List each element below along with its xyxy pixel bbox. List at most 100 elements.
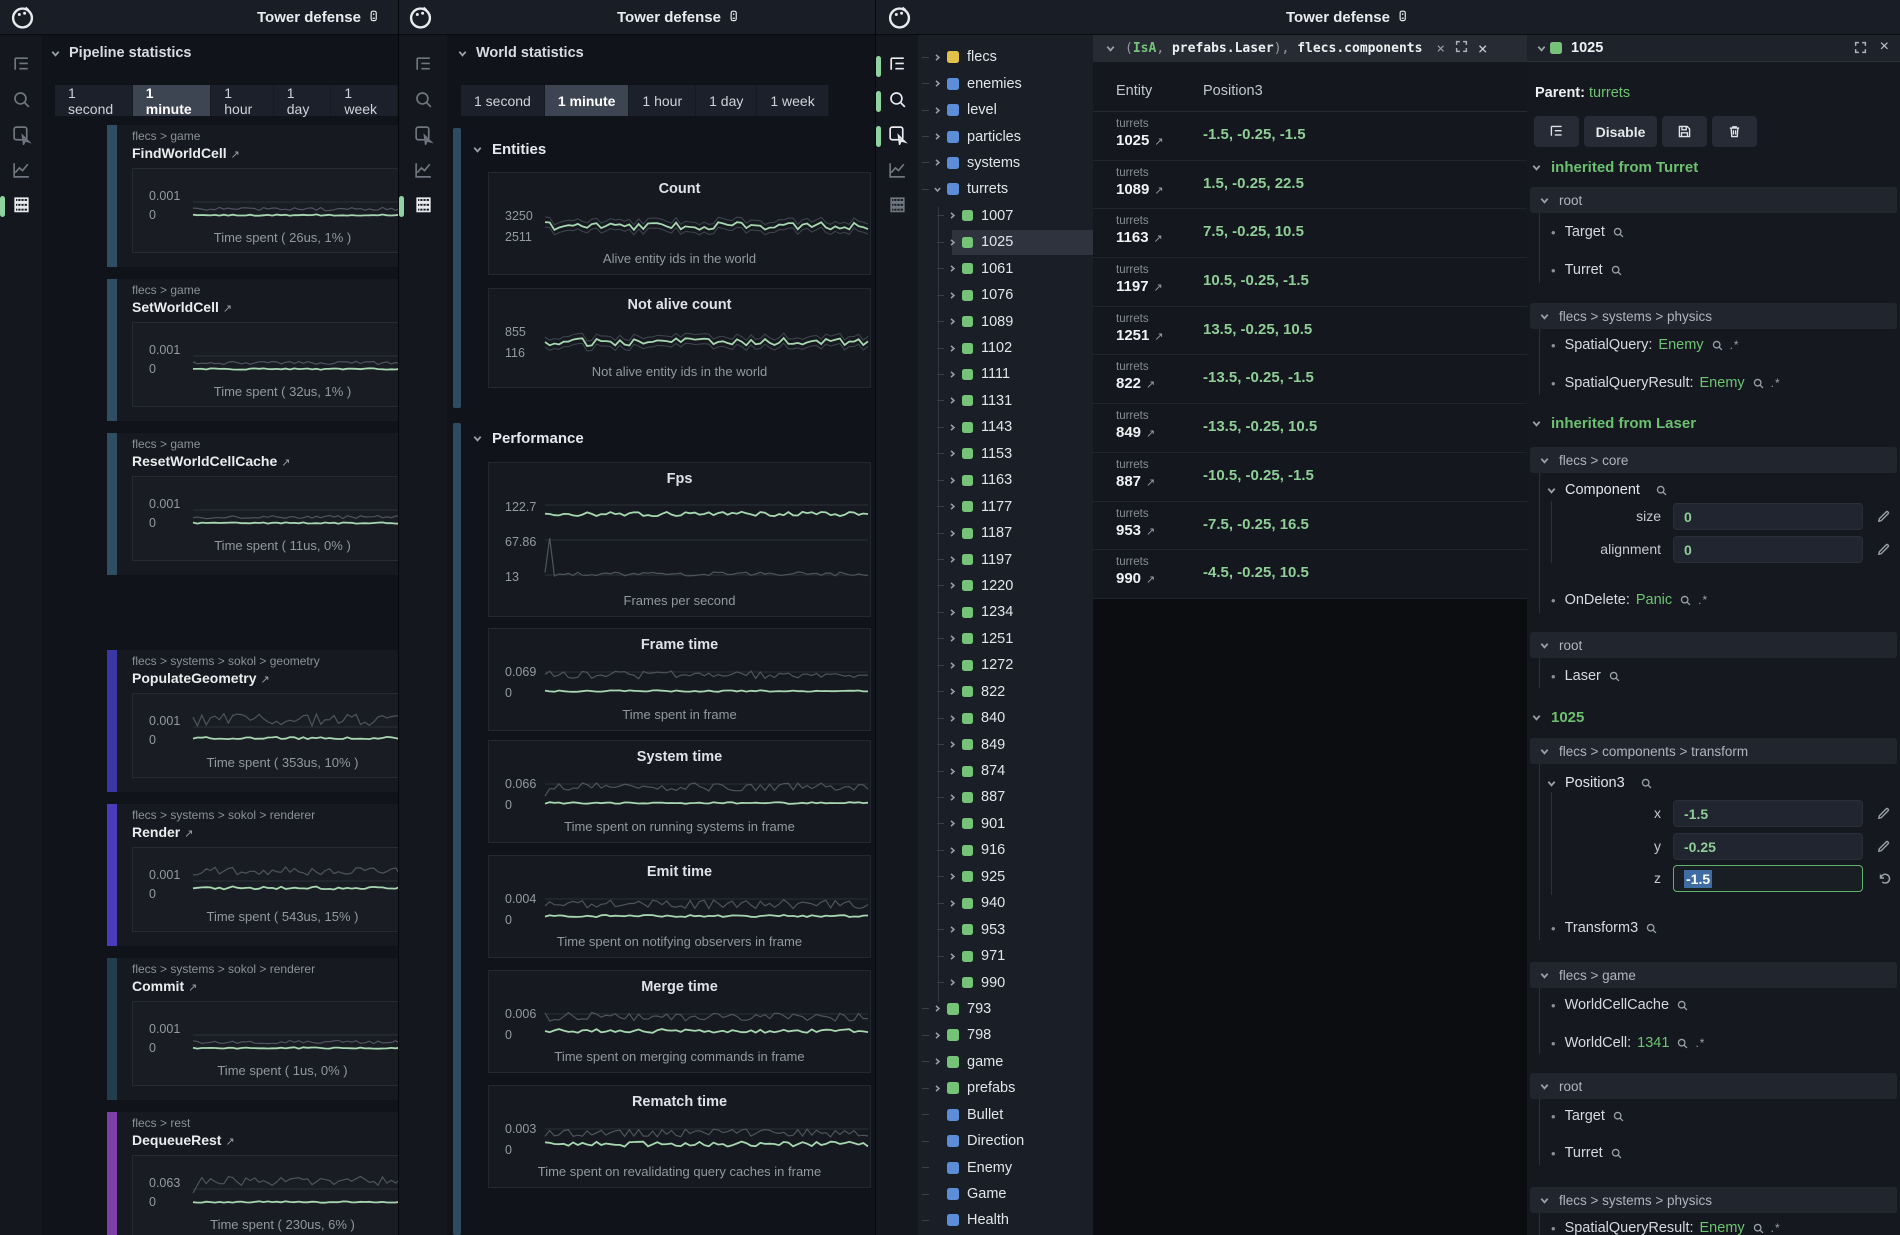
- query-result-row[interactable]: turrets822↗-13.5, -0.25, -1.5: [1093, 355, 1527, 404]
- component-value-link[interactable]: Enemy: [1658, 337, 1703, 353]
- query-header[interactable]: (IsA, prefabs.Laser), flecs.components××: [1093, 35, 1527, 62]
- sidebar-item-inspect[interactable]: [876, 119, 918, 154]
- sidebar-item-stats[interactable]: [399, 189, 447, 224]
- undo-icon[interactable]: [1877, 871, 1891, 890]
- pipeline-panel-header[interactable]: Pipeline statistics: [50, 45, 192, 61]
- sidebar-item-chart[interactable]: [399, 154, 447, 189]
- chevron-right-icon[interactable]: [946, 344, 959, 353]
- tree-item-887[interactable]: 887: [918, 784, 1093, 810]
- chevron-right-icon[interactable]: [931, 1084, 944, 1093]
- chevron-right-icon[interactable]: [946, 952, 959, 961]
- tree-item-1143[interactable]: 1143: [918, 414, 1093, 440]
- chevron-right-icon[interactable]: [946, 423, 959, 432]
- chart-title-link[interactable]: FindWorldCell↗: [132, 145, 240, 161]
- tree-item-Enemy[interactable]: Enemy: [918, 1154, 1093, 1180]
- tree-item-1131[interactable]: 1131: [918, 388, 1093, 414]
- query-result-row[interactable]: turrets1197↗10.5, -0.25, -1.5: [1093, 258, 1527, 307]
- component-value-link[interactable]: 1341: [1637, 1035, 1669, 1051]
- time-range-button-1-week[interactable]: 1 week: [331, 85, 397, 116]
- chevron-right-icon[interactable]: [946, 819, 959, 828]
- chevron-right-icon[interactable]: [946, 608, 959, 617]
- chevron-right-icon[interactable]: [946, 317, 959, 326]
- tree-item-971[interactable]: 971: [918, 943, 1093, 969]
- edit-pencil-icon[interactable]: [1876, 806, 1891, 826]
- field-input-size[interactable]: 0: [1673, 503, 1863, 530]
- chevron-right-icon[interactable]: [946, 291, 959, 300]
- chevron-right-icon[interactable]: [946, 476, 959, 485]
- component-group-bar[interactable]: flecs > core: [1530, 447, 1897, 473]
- sidebar-item-outliner[interactable]: [876, 49, 918, 84]
- entity-link[interactable]: 990↗: [1116, 570, 1155, 587]
- chart-title-link[interactable]: Render↗: [132, 824, 193, 840]
- entity-link[interactable]: 849↗: [1116, 424, 1155, 441]
- query-result-row[interactable]: turrets1025↗-1.5, -0.25, -1.5: [1093, 112, 1527, 161]
- edit-pencil-icon[interactable]: [1876, 542, 1891, 562]
- chevron-right-icon[interactable]: [946, 211, 959, 220]
- edit-pencil-icon[interactable]: [1876, 839, 1891, 859]
- chevron-right-icon[interactable]: [931, 1004, 944, 1013]
- entity-link[interactable]: 953↗: [1116, 522, 1155, 539]
- component-group-bar[interactable]: root: [1530, 1073, 1897, 1099]
- search-icon[interactable]: [1676, 999, 1689, 1012]
- tree-item-1187[interactable]: 1187: [918, 520, 1093, 546]
- tree-item-1061[interactable]: 1061: [918, 256, 1093, 282]
- chevron-right-icon[interactable]: [931, 53, 944, 62]
- query-result-row[interactable]: turrets887↗-10.5, -0.25, -1.5: [1093, 453, 1527, 502]
- tree-item-840[interactable]: 840: [918, 705, 1093, 731]
- entity-link[interactable]: 1251↗: [1116, 327, 1164, 344]
- time-range-button-1-day[interactable]: 1 day: [696, 85, 756, 116]
- tree-item-Game[interactable]: Game: [918, 1181, 1093, 1207]
- tree-item-798[interactable]: 798: [918, 1022, 1093, 1048]
- chevron-right-icon[interactable]: [946, 740, 959, 749]
- expand-panel-icon[interactable]: [1455, 40, 1468, 57]
- chart-title-link[interactable]: PopulateGeometry↗: [132, 670, 270, 686]
- search-icon[interactable]: [1610, 1147, 1623, 1160]
- close-panel-icon[interactable]: ×: [1478, 39, 1488, 58]
- sidebar-item-inspect[interactable]: [399, 119, 447, 154]
- tree-item-Direction[interactable]: Direction: [918, 1128, 1093, 1154]
- chevron-right-icon[interactable]: [946, 449, 959, 458]
- chevron-right-icon[interactable]: [946, 767, 959, 776]
- query-result-row[interactable]: turrets1251↗13.5, -0.25, 10.5: [1093, 307, 1527, 356]
- field-input-z[interactable]: -1.5: [1673, 865, 1863, 892]
- time-range-button-1-week[interactable]: 1 week: [757, 85, 827, 116]
- chart-title-link[interactable]: SetWorldCell↗: [132, 299, 232, 315]
- expand-panel-icon[interactable]: [1854, 41, 1867, 59]
- close-panel-icon[interactable]: ×: [1880, 38, 1889, 56]
- tree-item-1177[interactable]: 1177: [918, 493, 1093, 519]
- chevron-right-icon[interactable]: [946, 370, 959, 379]
- chevron-right-icon[interactable]: [946, 264, 959, 273]
- search-icon[interactable]: [1608, 670, 1621, 683]
- chevron-right-icon[interactable]: [946, 846, 959, 855]
- tree-item-particles[interactable]: particles: [918, 123, 1093, 149]
- query-expression[interactable]: (IsA, prefabs.Laser), flecs.components: [1125, 41, 1422, 56]
- tree-item-1251[interactable]: 1251: [918, 626, 1093, 652]
- tree-item-1153[interactable]: 1153: [918, 441, 1093, 467]
- entity-link[interactable]: 1163↗: [1116, 229, 1163, 246]
- chevron-right-icon[interactable]: [946, 714, 959, 723]
- sidebar-item-inspect[interactable]: [0, 119, 42, 154]
- tree-item-prefabs[interactable]: prefabs: [918, 1075, 1093, 1101]
- chevron-right-icon[interactable]: [946, 872, 959, 881]
- time-range-button-1-second[interactable]: 1 second: [461, 85, 544, 116]
- component-value-link[interactable]: Enemy: [1700, 1220, 1745, 1235]
- tree-view-button[interactable]: [1534, 116, 1579, 147]
- tree-item-1163[interactable]: 1163: [918, 467, 1093, 493]
- search-icon[interactable]: [1676, 1037, 1689, 1050]
- tree-item-990[interactable]: 990: [918, 969, 1093, 995]
- chart-title-link[interactable]: DequeueRest↗: [132, 1132, 235, 1148]
- chevron-down-icon[interactable]: [931, 185, 944, 194]
- query-result-row[interactable]: turrets1089↗1.5, -0.25, 22.5: [1093, 161, 1527, 210]
- tree-item-901[interactable]: 901: [918, 811, 1093, 837]
- tree-item-level[interactable]: level: [918, 97, 1093, 123]
- sidebar-item-outliner[interactable]: [399, 49, 447, 84]
- component-group-bar[interactable]: flecs > systems > physics: [1530, 1187, 1897, 1213]
- entity-link[interactable]: 822↗: [1116, 375, 1155, 392]
- sidebar-item-chart[interactable]: [0, 154, 42, 189]
- tree-item-1197[interactable]: 1197: [918, 546, 1093, 572]
- component-group-bar[interactable]: flecs > systems > physics: [1530, 303, 1897, 329]
- component-value-link[interactable]: Enemy: [1700, 375, 1745, 391]
- tree-item-1102[interactable]: 1102: [918, 335, 1093, 361]
- time-range-button-1-hour[interactable]: 1 hour: [629, 85, 695, 116]
- tree-item-953[interactable]: 953: [918, 916, 1093, 942]
